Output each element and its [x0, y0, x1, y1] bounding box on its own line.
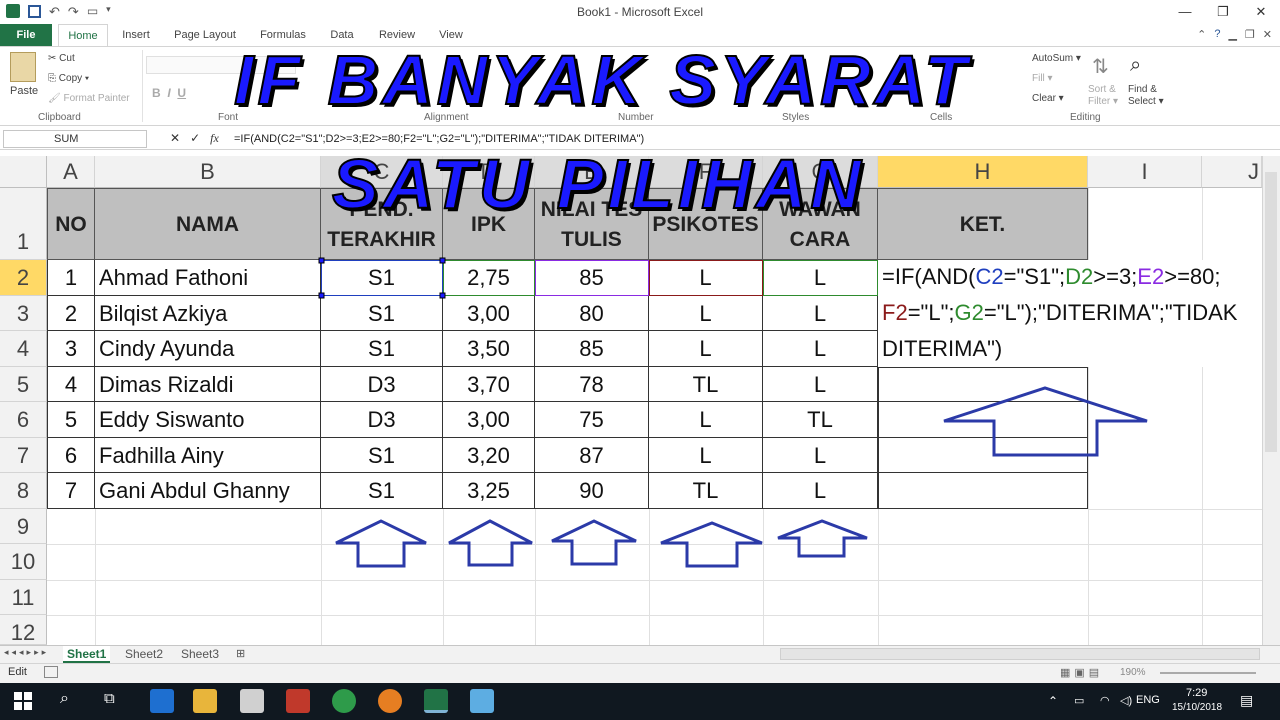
- edge-icon[interactable]: [150, 689, 174, 713]
- macro-record-icon[interactable]: [44, 666, 58, 678]
- clock-time[interactable]: 7:29: [1186, 687, 1207, 699]
- zoom-slider[interactable]: [1160, 672, 1256, 674]
- clock-date[interactable]: 15/10/2018: [1172, 702, 1222, 713]
- status-mode: Edit: [8, 666, 27, 678]
- view-buttons[interactable]: ▦▣▤: [1060, 666, 1103, 679]
- selection-handle: [318, 257, 325, 264]
- up-arrow-icon: [943, 386, 1148, 457]
- excel-taskbar-icon[interactable]: [424, 689, 448, 713]
- wifi-icon[interactable]: ◠: [1100, 694, 1110, 707]
- up-arrow-icon: [335, 519, 427, 568]
- gift-app-icon[interactable]: [286, 689, 310, 713]
- windows-start-icon[interactable]: [14, 692, 32, 710]
- up-arrow-icon: [777, 519, 868, 558]
- search-icon[interactable]: ⌕: [60, 690, 69, 708]
- input-language[interactable]: ENG: [1136, 694, 1160, 706]
- notification-icon[interactable]: ▤: [1240, 692, 1253, 709]
- sheet-tab-2[interactable]: Sheet2: [121, 646, 167, 663]
- sheet-tab-3[interactable]: Sheet3: [177, 646, 223, 663]
- vertical-scroll-thumb[interactable]: [1265, 172, 1277, 452]
- sheet-nav-arrows[interactable]: ◂◂◂▸▸▸: [4, 647, 49, 658]
- up-arrow-icon: [660, 521, 763, 568]
- up-arrow-icon: [448, 519, 533, 567]
- chrome-icon[interactable]: [332, 689, 356, 713]
- banner-title-line1: IF BANYAK SYARAT: [233, 40, 971, 120]
- store-icon[interactable]: [240, 689, 264, 713]
- network-icon[interactable]: ▭: [1074, 694, 1084, 707]
- file-explorer-icon[interactable]: [193, 689, 217, 713]
- banner-title-line2: SATU PILIHAN: [331, 144, 865, 224]
- app-taskbar-icon[interactable]: [470, 689, 494, 713]
- selection-handle: [439, 292, 446, 299]
- firefox-icon[interactable]: [378, 689, 402, 713]
- windows-taskbar: [0, 683, 1280, 720]
- task-view-icon[interactable]: ⧉: [104, 690, 115, 707]
- selection-handle: [318, 292, 325, 299]
- insert-sheet-icon[interactable]: ⊞: [232, 646, 249, 663]
- volume-icon[interactable]: ◁): [1120, 694, 1132, 707]
- selection-handle: [439, 257, 446, 264]
- horizontal-scrollbar[interactable]: [780, 648, 1260, 660]
- zoom-level[interactable]: 190%: [1120, 667, 1146, 678]
- sheet-tab-1[interactable]: Sheet1: [63, 646, 111, 663]
- tray-expand-icon[interactable]: ⌃: [1048, 694, 1058, 708]
- up-arrow-icon: [551, 519, 637, 566]
